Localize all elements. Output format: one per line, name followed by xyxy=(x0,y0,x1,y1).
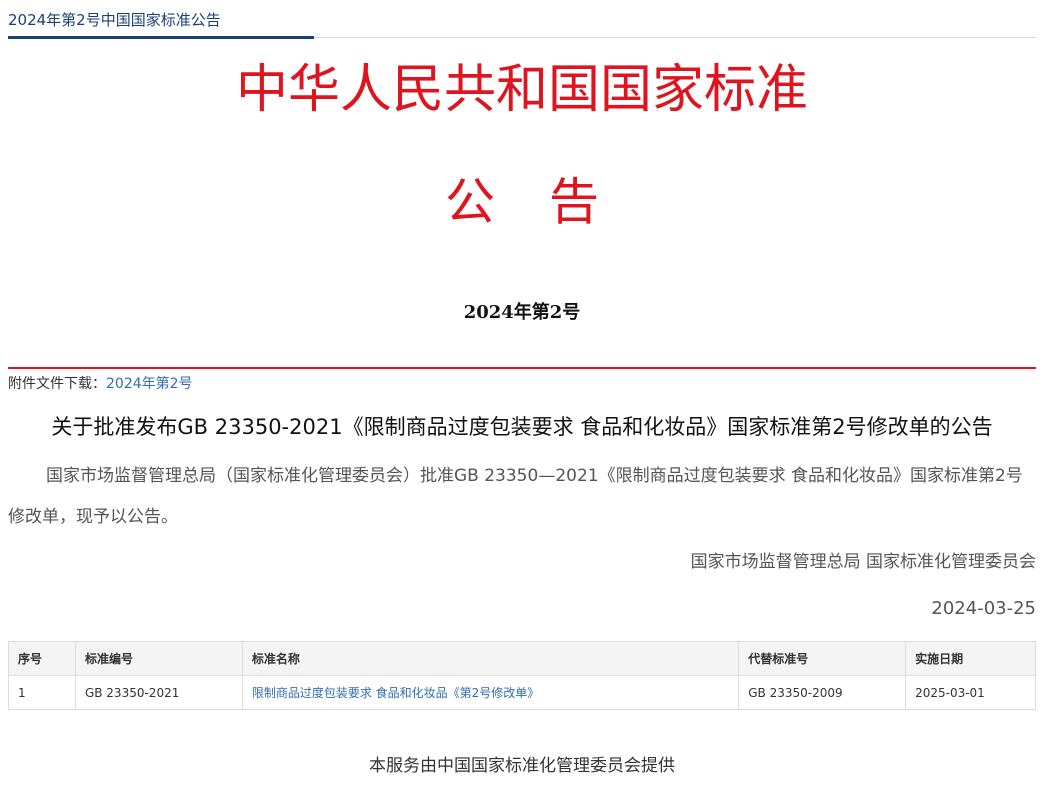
doc-number: 2024年第2号 xyxy=(463,302,581,323)
announcement-body: 国家市场监督管理总局（国家标准化管理委员会）批准GB 23350—2021《限制… xyxy=(8,466,1023,527)
announcement-title: 关于批准发布GB 23350-2021《限制商品过度包装要求 食品和化妆品》国家… xyxy=(51,415,993,439)
cell-std-no: GB 23350-2021 xyxy=(74,675,243,710)
doc-type-heading: 公告 xyxy=(445,173,653,231)
column-header-std-name: 标准名称 xyxy=(241,641,740,676)
attachment-label: 附件文件下载： xyxy=(8,376,106,392)
column-header-index: 序号 xyxy=(8,641,76,676)
column-header-replaced-std: 代替标准号 xyxy=(738,641,907,676)
cell-replaced-std: GB 23350-2009 xyxy=(738,675,907,710)
standards-table: 序号 标准编号 标准名称 代替标准号 实施日期 1 GB 23350-2021 … xyxy=(8,641,1036,710)
table-row: 1 GB 23350-2021 限制商品过度包装要求 食品和化妆品《第2号修改单… xyxy=(8,675,1036,710)
footer-note: 本服务由中国国家标准化管理委员会提供 xyxy=(369,756,675,776)
red-divider xyxy=(8,367,1036,369)
tab-active-indicator xyxy=(8,36,314,39)
cell-index: 1 xyxy=(8,675,76,710)
attachment-row: 附件文件下载：2024年第2号 xyxy=(8,373,193,393)
cell-std-name: 限制商品过度包装要求 食品和化妆品《第2号修改单》 xyxy=(241,675,740,710)
cell-effective-date: 2025-03-01 xyxy=(905,675,1036,710)
column-header-effective-date: 实施日期 xyxy=(905,641,1036,676)
column-header-std-no: 标准编号 xyxy=(74,641,243,676)
breadcrumb[interactable]: 2024年第2号中国国家标准公告 xyxy=(8,9,221,30)
std-name-link[interactable]: 限制商品过度包装要求 食品和化妆品《第2号修改单》 xyxy=(252,686,539,700)
org-name-heading: 中华人民共和国国家标准 xyxy=(235,60,808,120)
attachment-download-link[interactable]: 2024年第2号 xyxy=(106,376,193,392)
table-header-row: 序号 标准编号 标准名称 代替标准号 实施日期 xyxy=(8,641,1036,676)
announcement-date: 2024-03-25 xyxy=(931,598,1036,619)
announcement-signer: 国家市场监督管理总局 国家标准化管理委员会 xyxy=(690,552,1036,572)
